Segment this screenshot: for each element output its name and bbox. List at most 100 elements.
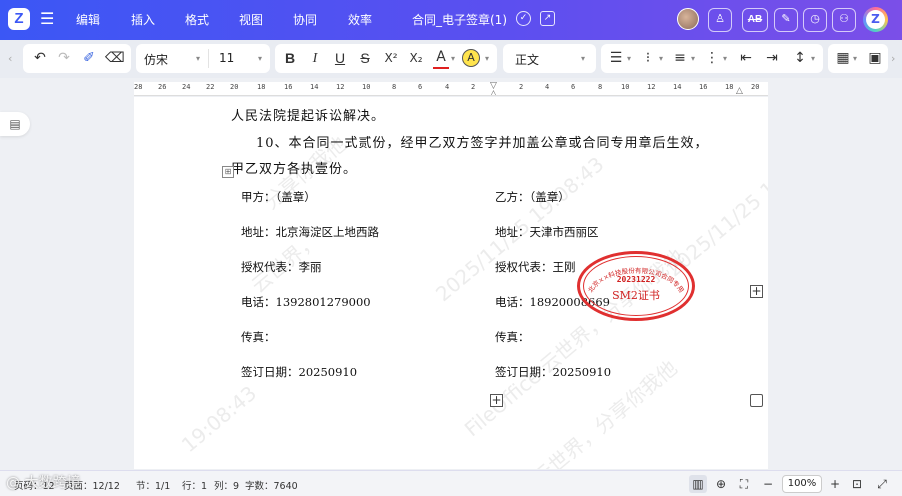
highlight-button[interactable]: A bbox=[462, 49, 480, 67]
expand-icon[interactable]: ⤢ bbox=[873, 475, 891, 493]
font-group: 仿宋 ▾ 11 ▾ bbox=[136, 44, 270, 73]
ruler-label: 20 bbox=[230, 83, 239, 91]
table-select-handle[interactable]: ⊞ bbox=[222, 166, 234, 178]
text-style-group: B I U S X² X₂ A ▾ A ▾ bbox=[275, 44, 497, 73]
zoom-level[interactable]: 100% bbox=[782, 475, 822, 493]
avatar[interactable] bbox=[677, 8, 699, 30]
party-b-rep: 授权代表：王刚 bbox=[495, 260, 576, 274]
cloud-sync-icon[interactable]: ✓ bbox=[516, 11, 531, 26]
undo-icon[interactable]: ↶ bbox=[31, 48, 49, 69]
horizontal-ruler[interactable]: 28 26 24 22 20 18 16 14 12 10 8 6 4 2 2 … bbox=[134, 82, 768, 96]
redo-icon[interactable]: ↷ bbox=[55, 48, 73, 69]
font-name-select[interactable]: 仿宋 bbox=[144, 51, 168, 68]
collaborators-icon[interactable]: ⚇ bbox=[832, 8, 856, 32]
body-line-2: 10、本合同一式贰份，经甲乙双方签字并加盖公章或合同专用章后生效， bbox=[256, 136, 709, 151]
ruler-label: 12 bbox=[647, 83, 656, 91]
subscript-button[interactable]: X₂ bbox=[406, 48, 426, 69]
comment-icon[interactable]: ✎ bbox=[774, 8, 798, 32]
font-size-select[interactable]: 11 bbox=[219, 51, 234, 65]
clear-format-icon[interactable]: ⌫ bbox=[105, 48, 125, 69]
corner-watermark: @ 大数跨境 bbox=[6, 475, 81, 491]
status-row: 行：1 bbox=[182, 481, 208, 492]
underline-button[interactable]: U bbox=[331, 48, 349, 69]
right-indent-marker[interactable]: △ bbox=[736, 86, 743, 95]
align-left-icon[interactable]: ☰ bbox=[607, 48, 625, 69]
page-frame-icon[interactable]: ▣ bbox=[866, 48, 884, 69]
party-a-fax: 传真： bbox=[241, 330, 276, 344]
chevron-down-icon[interactable]: ▾ bbox=[485, 54, 489, 63]
toolbar-scroll-right-icon[interactable]: › bbox=[891, 52, 895, 65]
document-title[interactable]: 合同_电子签章(1) bbox=[412, 11, 507, 28]
hamburger-icon[interactable]: ☰ bbox=[40, 9, 54, 28]
menu-edit[interactable]: 编辑 bbox=[76, 11, 100, 28]
numbered-list-icon[interactable]: ≡ bbox=[671, 48, 689, 69]
party-b-fax: 传真： bbox=[495, 330, 530, 344]
indent-marker[interactable]: ▽ △ bbox=[490, 82, 498, 95]
ruler-label: 14 bbox=[310, 83, 319, 91]
document-page[interactable]: 分享你我他 2025/11/25 19:08:43 云世界， FileOffic… bbox=[134, 97, 768, 469]
body-line-1: 人民法院提起诉讼解决。 bbox=[231, 109, 386, 124]
chevron-down-icon[interactable]: ▾ bbox=[659, 54, 663, 63]
chevron-down-icon[interactable]: ▾ bbox=[258, 54, 262, 63]
chevron-down-icon[interactable]: ▾ bbox=[627, 54, 631, 63]
strikethrough-button[interactable]: S bbox=[356, 48, 374, 69]
table-resize-icon[interactable] bbox=[750, 394, 763, 407]
multilevel-list-icon[interactable]: ⋮ bbox=[703, 48, 721, 69]
add-column-icon[interactable]: + bbox=[750, 285, 763, 298]
menu-format[interactable]: 格式 bbox=[185, 11, 209, 28]
status-bar: 页码：12 页面：12/12 节：1/1 行：1 列：9 字数：7640 ▥ ⊕… bbox=[0, 470, 902, 496]
menu-collaborate[interactable]: 协同 bbox=[293, 11, 317, 28]
ai-assistant-icon[interactable]: Z bbox=[863, 7, 888, 32]
font-color-button[interactable]: A bbox=[433, 48, 449, 69]
chevron-down-icon[interactable]: ▾ bbox=[811, 54, 815, 63]
electronic-seal[interactable]: 北京××科技股份有限公司合同专用章 20231222 SM2证书 bbox=[577, 251, 695, 321]
format-painter-icon[interactable]: ✐ bbox=[80, 48, 98, 69]
seal-arc-text: 北京××科技股份有限公司合同专用章 bbox=[577, 251, 685, 294]
italic-button[interactable]: I bbox=[306, 48, 324, 69]
body-line-3: 甲乙双方各执壹份。 bbox=[231, 162, 358, 177]
chevron-down-icon[interactable]: ▾ bbox=[451, 54, 455, 63]
increase-indent-icon[interactable]: ⇥ bbox=[763, 48, 781, 69]
zoom-in-icon[interactable]: + bbox=[826, 475, 844, 493]
app-logo[interactable]: Z bbox=[8, 8, 30, 30]
superscript-button[interactable]: X² bbox=[381, 48, 401, 69]
page-view-icon[interactable]: ▥ bbox=[689, 475, 707, 493]
fit-page-icon[interactable]: ⊡ bbox=[848, 475, 866, 493]
party-a-seal: 甲方：（盖章） bbox=[241, 190, 316, 204]
ruler-label: 20 bbox=[751, 83, 760, 91]
party-a-rep: 授权代表：李丽 bbox=[241, 260, 322, 274]
paragraph-group: ☰ ▾ ⁝ ▾ ≡ ▾ ⋮ ▾ ⇤ ⇥ ↕ ▾ bbox=[601, 44, 823, 73]
paragraph-style-select[interactable]: 正文 bbox=[515, 51, 539, 68]
menu-view[interactable]: 视图 bbox=[239, 11, 263, 28]
web-view-icon[interactable]: ⊕ bbox=[712, 475, 730, 493]
chevron-down-icon[interactable]: ▾ bbox=[853, 54, 857, 63]
track-changes-button[interactable]: AB bbox=[742, 8, 768, 32]
chevron-down-icon[interactable]: ▾ bbox=[723, 54, 727, 63]
decrease-indent-icon[interactable]: ⇤ bbox=[737, 48, 755, 69]
toolbar-scroll-left-icon[interactable]: ‹ bbox=[8, 52, 12, 65]
party-a-address: 地址：北京海淀区上地西路 bbox=[241, 225, 379, 239]
bold-button[interactable]: B bbox=[281, 48, 299, 69]
menu-efficiency[interactable]: 效率 bbox=[348, 11, 372, 28]
outline-panel-toggle[interactable]: ▤ bbox=[0, 112, 30, 136]
share-icon[interactable]: ↗ bbox=[540, 11, 555, 26]
history-icon[interactable]: ◷ bbox=[803, 8, 827, 32]
ruler-label: 4 bbox=[545, 83, 550, 91]
menu-insert[interactable]: 插入 bbox=[131, 11, 155, 28]
fullscreen-icon[interactable]: ⛶ bbox=[735, 475, 753, 493]
ruler-label: 14 bbox=[673, 83, 682, 91]
top-bar: Z ☰ 编辑 插入 格式 视图 协同 效率 合同_电子签章(1) ✓ ↗ ♙ A… bbox=[0, 0, 902, 40]
chevron-down-icon[interactable]: ▾ bbox=[691, 54, 695, 63]
line-spacing-icon[interactable]: ↕ bbox=[791, 48, 809, 69]
ruler-label: 10 bbox=[621, 83, 630, 91]
chevron-down-icon[interactable]: ▾ bbox=[581, 54, 585, 63]
user-icon[interactable]: ♙ bbox=[708, 8, 732, 32]
ruler-label: 24 bbox=[182, 83, 191, 91]
add-row-icon[interactable]: + bbox=[490, 394, 503, 407]
ruler-label: 16 bbox=[284, 83, 293, 91]
bullet-list-icon[interactable]: ⁝ bbox=[639, 48, 657, 69]
zoom-out-icon[interactable]: − bbox=[759, 475, 777, 493]
formatting-toolbar: ‹ ↶ ↷ ✐ ⌫ 仿宋 ▾ 11 ▾ B I U S X² X₂ A ▾ A … bbox=[0, 40, 902, 78]
table-border-icon[interactable]: ▦ bbox=[834, 48, 852, 69]
chevron-down-icon[interactable]: ▾ bbox=[196, 54, 200, 63]
